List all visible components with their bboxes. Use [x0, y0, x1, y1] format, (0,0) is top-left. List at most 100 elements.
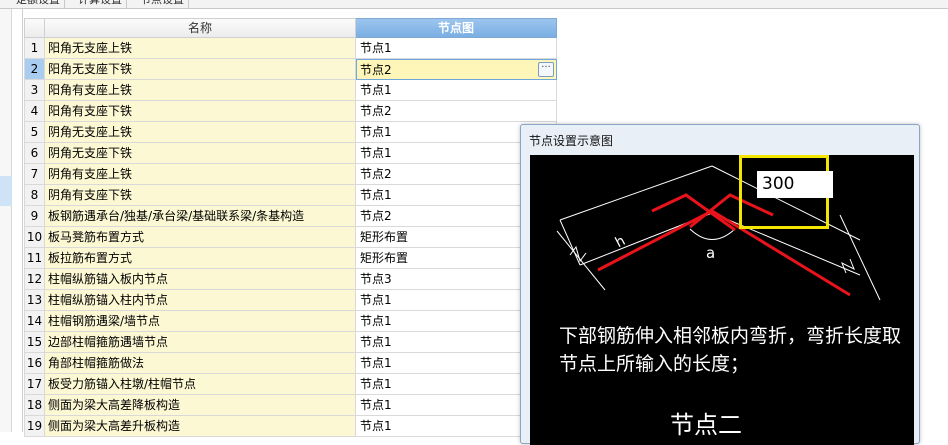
grid-header: 名称 节点图: [24, 18, 557, 38]
row-number: 6: [24, 143, 45, 164]
row-node-value[interactable]: 节点1: [356, 38, 557, 59]
row-name[interactable]: 柱帽钢筋遇梁/墙节点: [45, 311, 356, 332]
slab-break-right: [839, 214, 881, 301]
top-tab-strip: 定额设置 计算设置 节点设置: [0, 0, 948, 9]
table-row[interactable]: 2 阳角无支座下铁 节点2 ···: [24, 59, 557, 80]
row-number: 13: [24, 290, 45, 311]
row-name[interactable]: 阴角有支座上铁: [45, 164, 356, 185]
grid-left-border: [22, 9, 23, 432]
row-node-text: 节点1: [360, 314, 392, 328]
row-name[interactable]: 板拉筋布置方式: [45, 248, 356, 269]
row-number: 5: [24, 122, 45, 143]
row-name[interactable]: 板受力筋锚入柱墩/柱帽节点: [45, 374, 356, 395]
row-number: 9: [24, 206, 45, 227]
row-number: 11: [24, 248, 45, 269]
row-name[interactable]: 柱帽纵筋锚入板内节点: [45, 269, 356, 290]
row-number: 15: [24, 332, 45, 353]
tab-calc-settings[interactable]: 计算设置: [74, 0, 127, 8]
table-row[interactable]: 6 阴角无支座下铁 节点1: [24, 143, 557, 164]
table-row[interactable]: 12 柱帽纵筋锚入板内节点 节点3: [24, 269, 557, 290]
row-node-value[interactable]: 节点1: [356, 80, 557, 101]
row-name[interactable]: 柱帽纵筋锚入柱内节点: [45, 290, 356, 311]
row-node-text: 节点1: [360, 293, 392, 307]
node-caption: 节点二: [670, 411, 742, 439]
row-number: 3: [24, 80, 45, 101]
row-node-text: 节点2: [360, 63, 392, 77]
row-name[interactable]: 阴角无支座下铁: [45, 143, 356, 164]
row-name[interactable]: 板钢筋遇承台/独基/承台梁/基础联系梁/条基构造: [45, 206, 356, 227]
tab-node-settings[interactable]: 节点设置: [136, 0, 189, 8]
table-row[interactable]: 18 侧面为梁大高差降板构造 节点1: [24, 395, 557, 416]
table-row[interactable]: 9 板钢筋遇承台/独基/承台梁/基础联系梁/条基构造 节点2: [24, 206, 557, 227]
row-node-text: 节点3: [360, 272, 392, 286]
header-name[interactable]: 名称: [45, 18, 356, 38]
table-row[interactable]: 5 阴角无支座上铁 节点1: [24, 122, 557, 143]
row-number: 7: [24, 164, 45, 185]
table-row[interactable]: 16 角部柱帽箍筋做法 节点1: [24, 353, 557, 374]
row-node-text: 节点2: [360, 209, 392, 223]
table-row[interactable]: 15 边部柱帽箍筋遇墙节点 节点1: [24, 332, 557, 353]
row-name[interactable]: 侧面为梁大高差升板构造: [45, 416, 356, 437]
row-number: 10: [24, 227, 45, 248]
row-name[interactable]: 阳角有支座下铁: [45, 101, 356, 122]
break-mark-right: [841, 258, 855, 274]
angle-label: a: [706, 244, 716, 262]
table-row[interactable]: 7 阴角有支座上铁 节点2: [24, 164, 557, 185]
left-panel-strip: [0, 9, 12, 432]
row-name[interactable]: 侧面为梁大高差降板构造: [45, 395, 356, 416]
table-row[interactable]: 8 阴角有支座下铁 节点1: [24, 185, 557, 206]
node-preview-window: 节点设置示意图 h a 300 下部钢筋伸入相邻板内弯折，弯折长度取节点上所输入…: [520, 124, 920, 445]
row-name[interactable]: 阴角有支座下铁: [45, 185, 356, 206]
row-node-value[interactable]: 节点2 ···: [356, 59, 557, 80]
row-name[interactable]: 阳角无支座下铁: [45, 59, 356, 80]
row-node-text: 节点1: [360, 356, 392, 370]
table-row[interactable]: 11 板拉筋布置方式 矩形布置: [24, 248, 557, 269]
row-name[interactable]: 板马凳筋布置方式: [45, 227, 356, 248]
row-node-text: 节点1: [360, 335, 392, 349]
header-node-diagram[interactable]: 节点图: [356, 18, 557, 38]
row-number: 18: [24, 395, 45, 416]
row-name[interactable]: 阴角无支座上铁: [45, 122, 356, 143]
row-number: 1: [24, 38, 45, 59]
slab-corner-diagram: [556, 165, 881, 301]
table-row[interactable]: 17 板受力筋锚入柱墩/柱帽节点 节点1: [24, 374, 557, 395]
row-name[interactable]: 阳角有支座上铁: [45, 80, 356, 101]
row-number: 8: [24, 185, 45, 206]
preview-title: 节点设置示意图: [529, 134, 614, 148]
table-row[interactable]: 19 侧面为梁大高差升板构造 节点1: [24, 416, 557, 437]
row-node-text: 节点1: [360, 419, 392, 433]
table-row[interactable]: 4 阳角有支座下铁 节点2: [24, 101, 557, 122]
row-node-text: 节点1: [360, 188, 392, 202]
table-row[interactable]: 3 阳角有支座上铁 节点1: [24, 80, 557, 101]
header-row-number: [24, 18, 45, 38]
table-row[interactable]: 10 板马凳筋布置方式 矩形布置: [24, 227, 557, 248]
bend-length-highlight: [739, 155, 833, 229]
bend-length-input[interactable]: [757, 171, 833, 198]
slab-outline-upper-left: [559, 165, 713, 221]
table-row[interactable]: 1 阳角无支座上铁 节点1: [24, 38, 557, 59]
row-node-text: 节点2: [360, 167, 392, 181]
row-number: 14: [24, 311, 45, 332]
angle-arc: [689, 228, 736, 240]
row-number: 16: [24, 353, 45, 374]
row-name[interactable]: 边部柱帽箍筋遇墙节点: [45, 332, 356, 353]
slab-break-left: [559, 219, 581, 266]
row-node-value[interactable]: 节点2: [356, 101, 557, 122]
row-number: 17: [24, 374, 45, 395]
dimension-h-line: [556, 230, 606, 291]
left-panel-selection: [0, 176, 12, 206]
row-name[interactable]: 阳角无支座上铁: [45, 38, 356, 59]
row-node-text: 节点1: [360, 398, 392, 412]
row-number: 2: [24, 59, 45, 80]
row-number: 12: [24, 269, 45, 290]
tab-quota-settings[interactable]: 定额设置: [12, 0, 65, 8]
row-node-text: 节点2: [360, 104, 392, 118]
table-row[interactable]: 13 柱帽纵筋锚入柱内节点 节点1: [24, 290, 557, 311]
row-name[interactable]: 角部柱帽箍筋做法: [45, 353, 356, 374]
row-node-text: 节点1: [360, 125, 392, 139]
table-row[interactable]: 14 柱帽钢筋遇梁/墙节点 节点1: [24, 311, 557, 332]
node-description: 下部钢筋伸入相邻板内弯折，弯折长度取节点上所输入的长度；: [559, 325, 902, 375]
row-node-text: 节点1: [360, 83, 392, 97]
row-node-text: 节点1: [360, 146, 392, 160]
ellipsis-button[interactable]: ···: [538, 62, 554, 77]
